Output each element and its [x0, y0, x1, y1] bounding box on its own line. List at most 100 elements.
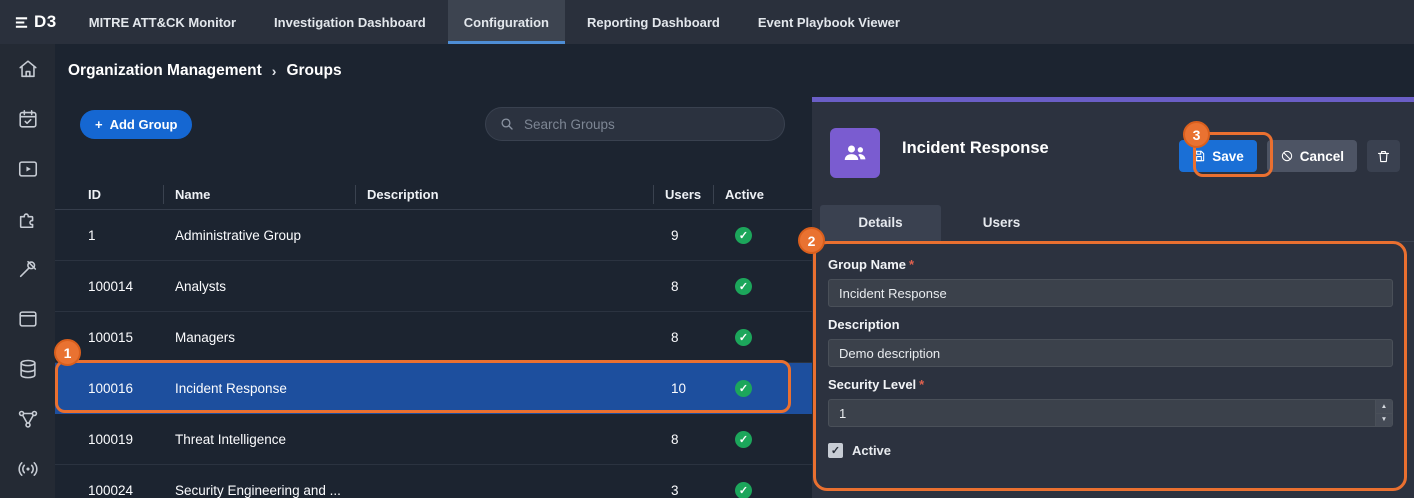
cell-id: 100024	[88, 483, 175, 498]
save-label: Save	[1212, 149, 1244, 164]
cell-id: 100019	[88, 432, 175, 447]
cell-active: ✓	[725, 482, 812, 498]
cell-users: 8	[665, 432, 725, 447]
video-icon[interactable]	[17, 158, 39, 180]
tools-icon[interactable]	[17, 258, 39, 280]
security-level-spinner-wrap: ▲ ▼	[828, 399, 1393, 427]
active-check-icon: ✓	[735, 227, 752, 244]
panel-title: Incident Response	[902, 139, 1049, 158]
cell-name: Managers	[175, 330, 367, 345]
tab-users[interactable]: Users	[941, 205, 1062, 241]
search-groups-input[interactable]	[524, 117, 771, 132]
plus-icon: +	[95, 117, 103, 132]
save-button[interactable]: Save	[1179, 140, 1257, 172]
cell-name: Threat Intelligence	[175, 432, 367, 447]
active-check-icon: ✓	[735, 329, 752, 346]
nav-item-mitre-attck-monitor[interactable]: MITRE ATT&CK Monitor	[73, 0, 252, 44]
cell-name: Analysts	[175, 279, 367, 294]
window-icon[interactable]	[17, 308, 39, 330]
calendar-icon[interactable]	[17, 108, 39, 130]
active-checkbox-label: Active	[852, 443, 891, 458]
active-check-icon: ✓	[735, 482, 752, 498]
active-check-icon: ✓	[735, 431, 752, 448]
table-row-selected[interactable]: 100016 Incident Response 10 ✓	[55, 363, 812, 414]
group-avatar	[830, 128, 880, 178]
security-level-label: Security Level*	[828, 377, 1393, 392]
cancel-icon	[1280, 149, 1294, 163]
cell-users: 10	[665, 381, 725, 396]
group-people-icon	[841, 139, 869, 167]
delete-button[interactable]	[1367, 140, 1400, 172]
add-group-button[interactable]: + Add Group	[80, 110, 192, 139]
cell-users: 3	[665, 483, 725, 498]
required-marker: *	[919, 377, 924, 392]
column-header-description[interactable]: Description	[367, 180, 665, 209]
database-icon[interactable]	[17, 358, 39, 380]
add-group-label: Add Group	[110, 117, 178, 132]
table-row[interactable]: 100015 Managers 8 ✓	[55, 312, 812, 363]
required-marker: *	[909, 257, 914, 272]
cell-active: ✓	[725, 227, 812, 244]
cell-users: 9	[665, 228, 725, 243]
group-name-label: Group Name*	[828, 257, 1393, 272]
cell-name: Administrative Group	[175, 228, 367, 243]
nav-item-configuration[interactable]: Configuration	[448, 0, 565, 44]
search-groups-box	[485, 107, 785, 141]
groups-list-section: + Add Group ID Name Description	[55, 97, 812, 498]
breadcrumb: Organization Management › Groups	[55, 44, 1414, 97]
logo-text: D3	[34, 12, 57, 32]
logo-bars-icon	[14, 15, 29, 30]
cancel-label: Cancel	[1300, 149, 1344, 164]
quantity-stepper: ▲ ▼	[1375, 400, 1392, 426]
nav-item-event-playbook-viewer[interactable]: Event Playbook Viewer	[742, 0, 916, 44]
breadcrumb-parent[interactable]: Organization Management	[68, 62, 262, 80]
groups-table: ID Name Description Users Active 1 Admin…	[55, 180, 812, 498]
panel-header: Incident Response Save Cancel	[812, 102, 1414, 178]
cancel-button[interactable]: Cancel	[1267, 140, 1357, 172]
icon-sidebar	[0, 44, 55, 498]
home-icon[interactable]	[17, 58, 39, 80]
nav-item-reporting-dashboard[interactable]: Reporting Dashboard	[571, 0, 736, 44]
cell-id: 100015	[88, 330, 175, 345]
search-icon	[499, 116, 515, 132]
cell-active: ✓	[725, 278, 812, 295]
description-field[interactable]	[828, 339, 1393, 367]
active-checkbox[interactable]: ✓	[828, 443, 843, 458]
cell-name: Security Engineering and ...	[175, 483, 367, 498]
puzzle-icon[interactable]	[17, 208, 39, 230]
cell-active: ✓	[725, 329, 812, 346]
active-check-icon: ✓	[735, 278, 752, 295]
cell-id: 100016	[88, 381, 175, 396]
column-header-name[interactable]: Name	[175, 180, 367, 209]
security-level-field[interactable]	[828, 399, 1393, 427]
active-check-icon: ✓	[735, 380, 752, 397]
network-icon[interactable]	[17, 408, 39, 430]
group-name-field[interactable]	[828, 279, 1393, 307]
cell-name: Incident Response	[175, 381, 367, 396]
column-header-users[interactable]: Users	[665, 180, 725, 209]
table-row[interactable]: 100014 Analysts 8 ✓	[55, 261, 812, 312]
cell-id: 100014	[88, 279, 175, 294]
table-row[interactable]: 1 Administrative Group 9 ✓	[55, 210, 812, 261]
column-header-active[interactable]: Active	[725, 180, 812, 209]
cell-id: 1	[88, 228, 175, 243]
nav-item-investigation-dashboard[interactable]: Investigation Dashboard	[258, 0, 442, 44]
group-detail-panel: Incident Response Save Cancel	[812, 97, 1414, 498]
panel-tabs: Details Users	[820, 205, 1414, 242]
breadcrumb-separator-icon: ›	[272, 63, 277, 79]
d3-logo[interactable]: D3	[0, 0, 73, 44]
trash-icon	[1376, 149, 1391, 164]
table-row[interactable]: 100019 Threat Intelligence 8 ✓	[55, 414, 812, 465]
groups-table-header: ID Name Description Users Active	[55, 180, 812, 210]
column-header-id[interactable]: ID	[88, 180, 175, 209]
checkbox-check-icon: ✓	[831, 444, 840, 457]
cell-active: ✓	[725, 380, 812, 397]
tab-details[interactable]: Details	[820, 205, 941, 241]
stepper-down-icon[interactable]: ▼	[1376, 413, 1392, 427]
top-navigation: D3 MITRE ATT&CK Monitor Investigation Da…	[0, 0, 1414, 44]
stepper-up-icon[interactable]: ▲	[1376, 400, 1392, 413]
broadcast-icon[interactable]	[17, 458, 39, 480]
panel-actions: Save Cancel	[1179, 140, 1400, 172]
table-row[interactable]: 100024 Security Engineering and ... 3 ✓	[55, 465, 812, 498]
app-window: D3 MITRE ATT&CK Monitor Investigation Da…	[0, 0, 1414, 498]
